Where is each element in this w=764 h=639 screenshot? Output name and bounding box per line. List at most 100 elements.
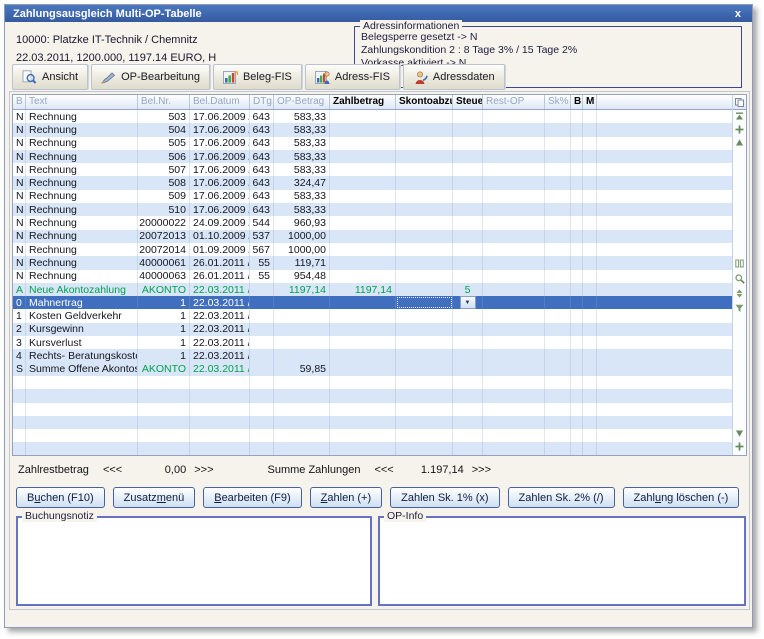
row-down-icon[interactable] [734,441,745,452]
copy-icon[interactable] [733,95,746,110]
table-row[interactable]: NRechnung4000006326.01.2011 /Mi55954,48 [13,270,732,283]
table-row[interactable]: 4Rechts- Beratungskosten122.03.2011 /Di [13,349,732,362]
zahlung-loeschen-button[interactable]: Zahlung löschen (-) [623,487,740,508]
table-row[interactable]: 1Kosten Geldverkehr122.03.2011 /Di [13,309,732,322]
buchungsnotiz-box: Buchungsnotiz [16,516,372,606]
cell-filler [597,150,732,163]
cell-b2 [571,137,583,150]
tab-op-bearbeitung[interactable]: OP-Bearbeitung [91,64,210,90]
column-header-rest[interactable]: Rest-OP [483,95,545,109]
filter-icon[interactable] [734,303,745,314]
cell-dtg: 544 [250,216,274,229]
cell-empty [396,429,453,442]
table-row[interactable]: NRechnung2007201301.10.2009 /Do5371000,0… [13,230,732,243]
table-row[interactable]: SSumme Offene AkontosAKONTO22.03.2011 /D… [13,363,732,376]
rest-arrow-open: <<< [103,464,122,476]
close-icon[interactable]: x [732,8,744,20]
scroll-up-icon[interactable] [734,137,745,148]
cell-empty [483,389,545,402]
cell-empty [26,389,138,402]
buchungsnotiz-input[interactable] [18,518,370,604]
cell-skonto [396,323,453,336]
table-row[interactable]: NRechnung51017.06.2009 /Mi643583,33 [13,203,732,216]
cell-rest [483,150,545,163]
cell-filler [597,429,732,442]
column-header-b[interactable]: B [13,95,26,109]
table-row[interactable]: NRechnung50317.06.2009 /Mi643583,33 [13,110,732,123]
op-info-input[interactable] [380,518,744,604]
cell-steue [453,270,483,283]
tab-adressdaten[interactable]: Adressdaten [403,64,505,90]
cell-rest [483,137,545,150]
cell-skonto [396,163,453,176]
column-header-sk[interactable]: Sk% [545,95,571,109]
cell-empty [396,376,453,389]
cell-sk [545,203,571,216]
cell-empty [274,376,330,389]
table-row[interactable]: NRechnung4000006126.01.2011 /Mi55119,71 [13,256,732,269]
column-header-dtg[interactable]: DTg [250,95,274,109]
scroll-down-icon[interactable] [734,428,745,439]
cell-text: Rechnung [26,150,138,163]
column-header-skonto[interactable]: Skontoabzug [396,95,453,109]
table-row[interactable]: NRechnung50717.06.2009 /Mi643583,33 [13,163,732,176]
column-header-m[interactable]: M [583,95,597,109]
scroll-last-icon[interactable] [734,454,745,456]
cell-empty [138,429,190,442]
zusatzmenu-button[interactable]: Zusatzmenü [113,487,196,508]
row-up-icon[interactable] [734,124,745,135]
table-row[interactable]: 2Kursgewinn122.03.2011 /Di [13,323,732,336]
table-row[interactable]: 0Mahnertrag122.03.2011 /Di▼ [13,296,732,309]
table-row[interactable]: NRechnung50617.06.2009 /Mi643583,33 [13,150,732,163]
search-icon[interactable] [734,273,745,284]
sort-icon[interactable] [734,288,745,299]
table-row[interactable]: NRechnung50817.06.2009 /Mi643324,47 [13,176,732,189]
cell-zahl [330,203,396,216]
zahlen-button[interactable]: Zahlen (+) [310,487,382,508]
columns-icon[interactable] [734,258,745,269]
cell-empty [483,429,545,442]
bearbeiten-button[interactable]: Bearbeiten (F9) [203,487,301,508]
column-header-steue[interactable]: Steue [453,95,483,109]
buchen-button[interactable]: Buchen (F10) [16,487,105,508]
cell-rest [483,283,545,296]
cell-datum: 01.09.2009 /Di [190,243,250,256]
table-row[interactable]: NRechnung2007201401.09.2009 /Di5671000,0… [13,243,732,256]
table-row[interactable]: NRechnung50417.06.2009 /Mi643583,33 [13,123,732,136]
cell-b: 1 [13,309,26,322]
column-header-op[interactable]: OP-Betrag [274,95,330,109]
cell-op [274,309,330,322]
cell-empty [396,403,453,416]
table-row[interactable]: NRechnung50917.06.2009 /Mi643583,33 [13,190,732,203]
cell-text: Rechnung [26,176,138,189]
scroll-first-icon[interactable] [734,111,745,122]
table-row[interactable]: 3Kursverlust122.03.2011 /Di [13,336,732,349]
tab-beleg-fis[interactable]: Beleg-FIS [213,64,302,90]
column-header-datum[interactable]: Bel.Datum [190,95,250,109]
steue-dropdown[interactable]: ▼ [460,296,476,309]
cell-belnr: 20072013 [138,230,190,243]
cell-empty [250,429,274,442]
cell-empty [571,376,583,389]
op-info-box: OP-Info [378,516,746,606]
cell-op: 583,33 [274,190,330,203]
cell-filler [597,376,732,389]
cell-filler [597,163,732,176]
column-header-b2[interactable]: B [571,95,583,109]
cell-empty [274,389,330,402]
table-row[interactable]: NRechnung2000002224.09.2009 /Do544960,93 [13,216,732,229]
cell-m [583,137,597,150]
cell-empty [545,442,571,455]
tab-adress-fis[interactable]: Adress-FIS [305,64,400,90]
zahlen-sk2-button[interactable]: Zahlen Sk. 2% (/) [508,487,615,508]
tab-ansicht[interactable]: Ansicht [12,64,88,90]
column-header-text[interactable]: Text [26,95,138,109]
cell-filler [597,363,732,376]
cell-op: 1000,00 [274,230,330,243]
cell-text: Kursgewinn [26,323,138,336]
zahlen-sk1-button[interactable]: Zahlen Sk. 1% (x) [390,487,499,508]
column-header-zahl[interactable]: Zahlbetrag [330,95,396,109]
table-row[interactable]: ANeue AkontozahlungAKONTO22.03.2011 /Di1… [13,283,732,296]
table-row[interactable]: NRechnung50517.06.2009 /Mi643583,33 [13,137,732,150]
column-header-belnr[interactable]: Bel.Nr. [138,95,190,109]
